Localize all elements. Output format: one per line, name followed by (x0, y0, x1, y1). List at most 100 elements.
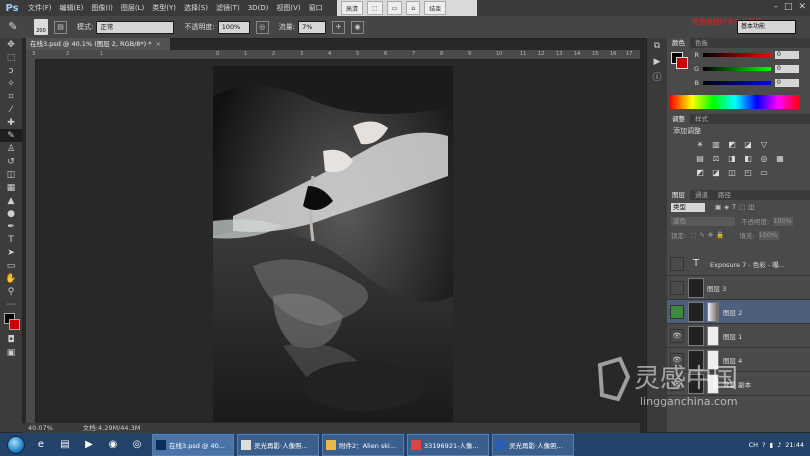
eyedropper-tool-icon[interactable]: ⁄ (0, 103, 22, 116)
brush-panel-icon[interactable]: ▤ (54, 20, 67, 34)
history-panel-icon[interactable]: ⧉ (647, 38, 667, 54)
shape-tool-icon[interactable]: ▭ (0, 259, 22, 272)
visibility-toggle[interactable] (670, 256, 684, 271)
fill-field[interactable]: 100% (758, 230, 779, 240)
layer-row-selected[interactable]: 图层 2 (667, 300, 810, 324)
layer-opacity-field[interactable]: 100% (773, 216, 794, 226)
color-balance-icon[interactable]: ◨ (727, 154, 737, 164)
menu-select[interactable]: 选择(S) (180, 3, 212, 13)
vibrance-icon[interactable]: ▤ (695, 154, 705, 164)
start-button[interactable] (3, 435, 29, 455)
visibility-toggle[interactable] (670, 280, 684, 295)
channel-value[interactable]: 0 (775, 51, 799, 59)
document-photo[interactable] (213, 66, 453, 422)
channel-value[interactable]: 0 (775, 65, 799, 73)
menu-3d[interactable]: 3D(D) (244, 4, 273, 12)
pressure-opacity-icon[interactable]: ◎ (255, 20, 269, 34)
posterize-icon[interactable]: ◪ (711, 168, 721, 178)
move-tool-icon[interactable]: ✥ (0, 38, 22, 51)
recorder-icon[interactable]: ◉ (101, 435, 125, 455)
channel-mixer-icon[interactable]: ▦ (775, 154, 785, 164)
pressure-size-icon[interactable]: ◉ (351, 20, 365, 34)
lock-icons[interactable]: ⬚✎✥🔒 (690, 231, 727, 239)
minimize-icon[interactable]: – (773, 2, 778, 12)
tab-styles[interactable]: 样式 (690, 114, 713, 124)
pen-tool-icon[interactable]: ✒ (0, 220, 22, 233)
tab-paths[interactable]: 路径 (713, 190, 736, 200)
background-color-swatch[interactable] (9, 319, 20, 330)
color-swatches[interactable] (0, 311, 22, 333)
home-icon[interactable]: ⌂ (406, 1, 421, 15)
hd-button[interactable]: 高清 (341, 1, 364, 15)
flow-field[interactable]: 7% (298, 20, 327, 34)
marquee-tool-icon[interactable]: ⬚ (0, 51, 22, 64)
layer-row[interactable]: T Exposure 7 - 色彩 - 曝... (667, 252, 810, 276)
tab-adjustments[interactable]: 调整 (667, 114, 690, 124)
eye-icon[interactable]: 👁 (670, 328, 684, 343)
stamp-tool-icon[interactable]: ♙ (0, 142, 22, 155)
task-word[interactable]: 灵光再影·人像照... (492, 433, 574, 456)
mode-select[interactable]: 正常 (96, 20, 175, 34)
bw-icon[interactable]: ◧ (743, 154, 753, 164)
document-info[interactable]: 文档:4.29M/44.3M (83, 423, 141, 433)
task-browser[interactable]: 灵光再影·人像照... (237, 433, 319, 456)
workspace-select[interactable]: 基本功能 (737, 20, 796, 34)
menu-type[interactable]: 类型(Y) (148, 3, 180, 13)
slider-red[interactable]: R0 (687, 48, 799, 62)
volume-icon[interactable]: ♪ (777, 441, 781, 449)
quick-select-tool-icon[interactable]: ✧ (0, 77, 22, 90)
screen-mode-icon[interactable]: ▣ (0, 346, 22, 359)
type-tool-icon[interactable]: T (0, 233, 22, 246)
filter-icons[interactable]: ▣◈T⬚◫ (715, 203, 757, 211)
menu-edit[interactable]: 编辑(E) (56, 3, 88, 13)
airbrush-icon[interactable]: ✈ (332, 20, 346, 34)
network-icon[interactable]: ▮ (770, 441, 774, 449)
region-icon[interactable]: ⬚ (367, 1, 383, 15)
maximize-icon[interactable]: □ (784, 2, 793, 12)
gradient-icon[interactable]: ▭ (759, 168, 769, 178)
frame-icon[interactable]: ▭ (386, 1, 403, 15)
photo-filter-icon[interactable]: ◎ (759, 154, 769, 164)
tab-channels[interactable]: 通道 (690, 190, 713, 200)
help-icon[interactable]: ? (762, 441, 765, 449)
tab-swatches[interactable]: 色板 (690, 38, 713, 48)
layer-row[interactable]: 图层 3 (667, 276, 810, 300)
selective-color-icon[interactable]: ◰ (743, 168, 753, 178)
color-spectrum[interactable] (670, 95, 800, 109)
quick-mask-icon[interactable]: ◘ (0, 333, 22, 346)
menu-image[interactable]: 图像(I) (87, 3, 117, 13)
opacity-field[interactable]: 100% (217, 20, 250, 34)
menu-filter[interactable]: 滤镜(T) (212, 3, 244, 13)
visibility-toggle[interactable] (670, 304, 684, 319)
document-tab[interactable]: 在线3.psd @ 40.1% (图层 2, RGB/8*) * × (26, 38, 170, 50)
language-indicator[interactable]: CH (749, 441, 758, 449)
task-image[interactable]: 33196921-人像... (407, 433, 489, 456)
more-tools-icon[interactable]: ⋯ (0, 298, 22, 311)
eraser-tool-icon[interactable]: ◫ (0, 168, 22, 181)
blend-mode-select[interactable]: 滤色 (671, 216, 735, 226)
zoom-tool-icon[interactable]: ⚲ (0, 285, 22, 298)
healing-tool-icon[interactable]: ✚ (0, 116, 22, 129)
actions-panel-icon[interactable]: ▶ (647, 54, 667, 70)
invert-icon[interactable]: ◩ (695, 168, 705, 178)
dodge-tool-icon[interactable]: ● (0, 207, 22, 220)
menu-window[interactable]: 窗口 (305, 3, 327, 13)
layer-filter-select[interactable]: 类型 (671, 202, 705, 212)
gradient-map-icon[interactable]: ▽ (759, 140, 769, 150)
brightness-icon[interactable]: ☀ (695, 140, 705, 150)
task-photoshop[interactable]: 在线3.psd @ 40... (152, 433, 234, 456)
end-button[interactable]: 结束 (424, 1, 447, 15)
menu-view[interactable]: 视图(V) (272, 3, 304, 13)
close-tab-icon[interactable]: × (156, 40, 161, 48)
exposure-icon[interactable]: ◪ (743, 140, 753, 150)
crop-tool-icon[interactable]: ⌗ (0, 90, 22, 103)
brush-tool-icon[interactable]: ✎ (6, 20, 20, 34)
explorer-icon[interactable]: ▤ (53, 435, 77, 455)
layer-row[interactable]: 👁 图层 1 (667, 324, 810, 348)
channel-value[interactable]: 0 (775, 79, 799, 87)
tab-color[interactable]: 颜色 (667, 38, 690, 48)
slider-blue[interactable]: B0 (687, 76, 799, 90)
layer-mask-thumbnail[interactable] (707, 301, 719, 322)
close-icon[interactable]: ✕ (798, 2, 806, 12)
threshold-icon[interactable]: ◫ (727, 168, 737, 178)
